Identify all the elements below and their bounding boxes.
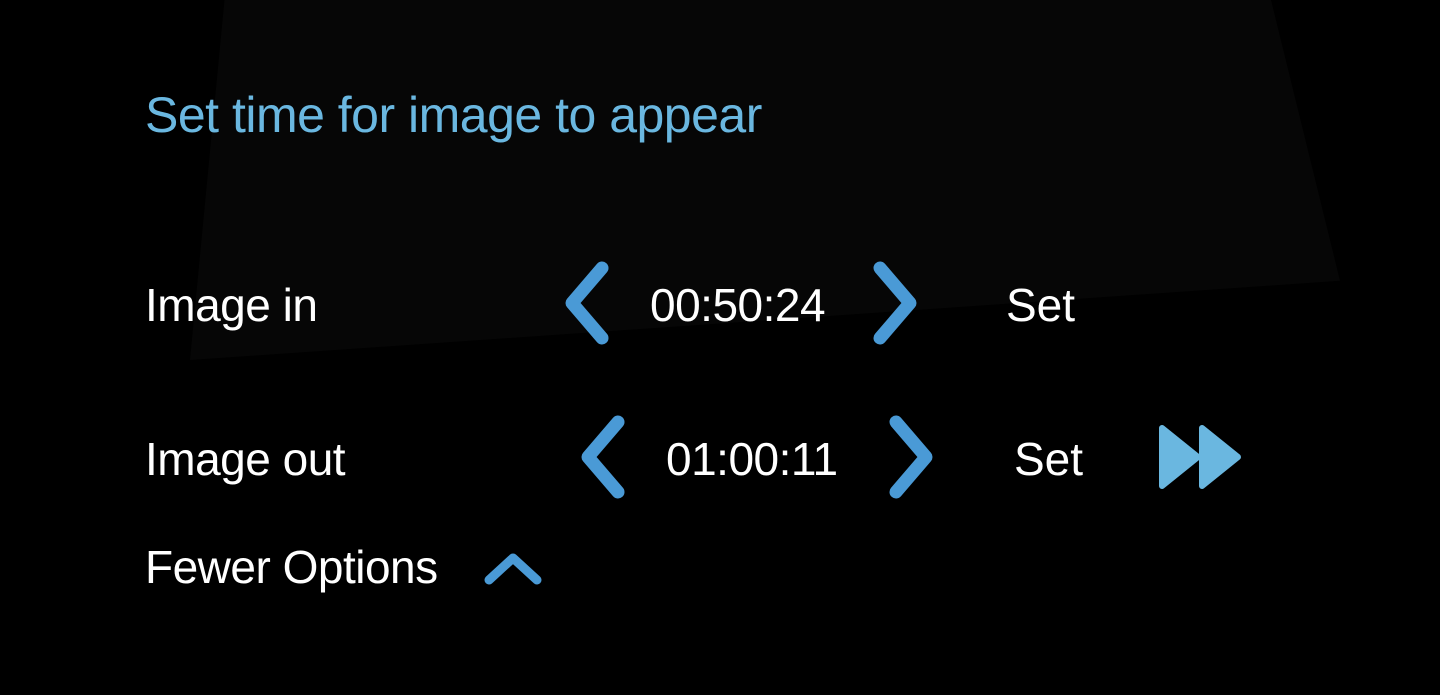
image-out-time[interactable]: 01:00:11 xyxy=(666,432,838,486)
chevron-up-icon xyxy=(481,548,545,588)
fast-forward-icon xyxy=(1159,425,1241,489)
image-in-time[interactable]: 00:50:24 xyxy=(650,278,826,332)
image-out-set-button[interactable]: Set xyxy=(1014,432,1083,486)
image-out-row: Image out 01:00:11 Set xyxy=(0,412,1440,502)
chevron-left-icon xyxy=(565,261,609,345)
fewer-options-label: Fewer Options xyxy=(145,541,438,593)
panel-title: Set time for image to appear xyxy=(145,87,762,143)
image-in-set-button[interactable]: Set xyxy=(1006,278,1075,332)
fast-forward-button[interactable] xyxy=(1156,422,1246,492)
image-out-increment-button[interactable] xyxy=(880,412,940,502)
chevron-right-icon xyxy=(873,261,917,345)
image-in-row: Image in 00:50:24 Set xyxy=(0,258,1440,348)
image-in-decrement-button[interactable] xyxy=(558,258,618,348)
chevron-left-icon xyxy=(581,415,625,499)
image-in-label: Image in xyxy=(145,279,318,331)
chevron-right-icon xyxy=(889,415,933,499)
image-in-increment-button[interactable] xyxy=(864,258,924,348)
image-out-label: Image out xyxy=(145,433,346,485)
image-out-decrement-button[interactable] xyxy=(574,412,634,502)
